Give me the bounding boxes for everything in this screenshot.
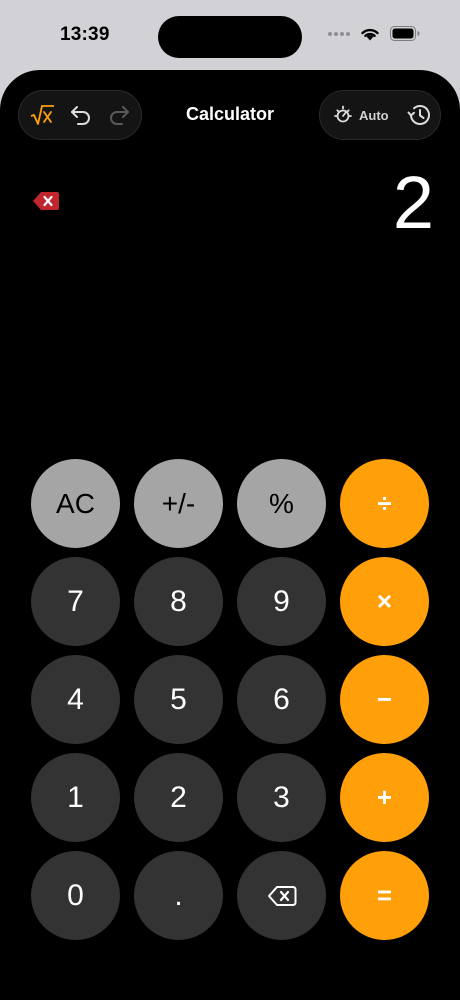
percent-button[interactable]: % (237, 459, 326, 548)
sign-toggle-button[interactable]: +/- (134, 459, 223, 548)
equals-button[interactable]: = (340, 851, 429, 940)
digit-5-button[interactable]: 5 (134, 655, 223, 744)
add-button[interactable]: + (340, 753, 429, 842)
calculator-sheet: Calculator Auto 2 AC +/- % ÷ 7 8 9 × 4 5… (0, 70, 460, 1000)
undo-icon[interactable] (69, 104, 93, 126)
wifi-icon (361, 28, 379, 41)
phone-screen: 13:39 Calculator Auto 2 AC +/- % ÷ 7 8 9… (0, 0, 460, 1000)
digit-6-button[interactable]: 6 (237, 655, 326, 744)
digit-9-button[interactable]: 9 (237, 557, 326, 646)
digit-0-button[interactable]: 0 (31, 851, 120, 940)
theme-auto-button[interactable]: Auto (332, 104, 389, 126)
digit-3-button[interactable]: 3 (237, 753, 326, 842)
digit-4-button[interactable]: 4 (31, 655, 120, 744)
digit-2-button[interactable]: 2 (134, 753, 223, 842)
clear-display-icon[interactable] (32, 190, 60, 217)
digit-8-button[interactable]: 8 (134, 557, 223, 646)
digit-7-button[interactable]: 7 (31, 557, 120, 646)
battery-icon (390, 26, 420, 41)
dynamic-island (158, 16, 302, 58)
result-display: 2 (392, 161, 434, 244)
redo-icon[interactable] (107, 104, 131, 126)
view-toolbar: Auto (319, 90, 441, 140)
divide-button[interactable]: ÷ (340, 459, 429, 548)
status-time: 13:39 (60, 24, 110, 45)
keypad: AC +/- % ÷ 7 8 9 × 4 5 6 − 1 2 3 + 0 . = (31, 459, 429, 940)
sqrt-icon[interactable] (29, 103, 55, 127)
auto-label: Auto (359, 107, 389, 123)
status-icons (328, 26, 420, 41)
cellular-signal-icon (328, 31, 350, 36)
subtract-button[interactable]: − (340, 655, 429, 744)
edit-toolbar (18, 90, 142, 140)
decimal-button[interactable]: . (134, 851, 223, 940)
digit-1-button[interactable]: 1 (31, 753, 120, 842)
backspace-icon (267, 885, 296, 906)
multiply-button[interactable]: × (340, 557, 429, 646)
history-icon[interactable] (406, 103, 432, 127)
brightness-icon (334, 105, 352, 123)
backspace-button[interactable] (237, 851, 326, 940)
all-clear-button[interactable]: AC (31, 459, 120, 548)
